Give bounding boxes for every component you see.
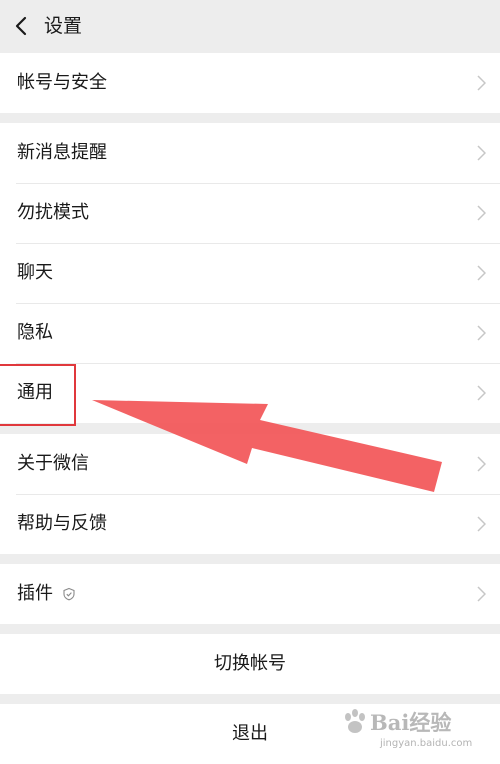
chevron-right-icon	[477, 265, 486, 281]
settings-item-chat[interactable]: 聊天	[0, 243, 500, 303]
chevron-right-icon	[477, 325, 486, 341]
settings-item-about-wechat[interactable]: 关于微信	[0, 434, 500, 494]
page-title: 设置	[44, 15, 83, 37]
settings-item-privacy[interactable]: 隐私	[0, 303, 500, 363]
settings-item-label: 帐号与安全	[17, 72, 107, 93]
back-button[interactable]	[6, 8, 40, 44]
chevron-right-icon	[477, 456, 486, 472]
settings-item-label: 聊天	[17, 262, 53, 283]
settings-item-plugins[interactable]: 插件	[0, 564, 500, 624]
settings-item-label: 隐私	[17, 322, 53, 343]
switch-account-label: 切换帐号	[214, 653, 286, 674]
watermark-url: jingyan.baidu.com	[380, 738, 473, 749]
switch-account-button[interactable]: 切换帐号	[0, 634, 500, 694]
settings-item-label: 勿扰模式	[17, 202, 89, 223]
navigation-bar: 设置	[0, 0, 500, 52]
settings-item-new-message-alert[interactable]: 新消息提醒	[0, 123, 500, 183]
watermark-brand: Bai经验	[370, 710, 452, 735]
highlight-box	[0, 364, 76, 426]
settings-group-plugins: 插件	[0, 564, 500, 624]
baidu-jingyan-watermark: Bai经验 jingyan.baidu.com	[342, 704, 492, 758]
chevron-left-icon	[15, 16, 27, 36]
settings-item-label: 插件	[17, 583, 53, 604]
chevron-right-icon	[477, 75, 486, 91]
settings-item-label: 关于微信	[17, 453, 89, 474]
chevron-right-icon	[477, 205, 486, 221]
chevron-right-icon	[477, 385, 486, 401]
settings-item-help-feedback[interactable]: 帮助与反馈	[0, 494, 500, 554]
settings-item-account-security[interactable]: 帐号与安全	[0, 53, 500, 113]
settings-group-account: 帐号与安全	[0, 53, 500, 113]
settings-item-do-not-disturb[interactable]: 勿扰模式	[0, 183, 500, 243]
plugin-badge-icon	[63, 587, 75, 601]
settings-item-label: 新消息提醒	[17, 142, 107, 163]
chevron-right-icon	[477, 516, 486, 532]
paw-logo-icon	[345, 709, 365, 733]
chevron-right-icon	[477, 586, 486, 602]
chevron-right-icon	[477, 145, 486, 161]
settings-group-about: 关于微信 帮助与反馈	[0, 434, 500, 554]
settings-item-label: 帮助与反馈	[17, 513, 107, 534]
